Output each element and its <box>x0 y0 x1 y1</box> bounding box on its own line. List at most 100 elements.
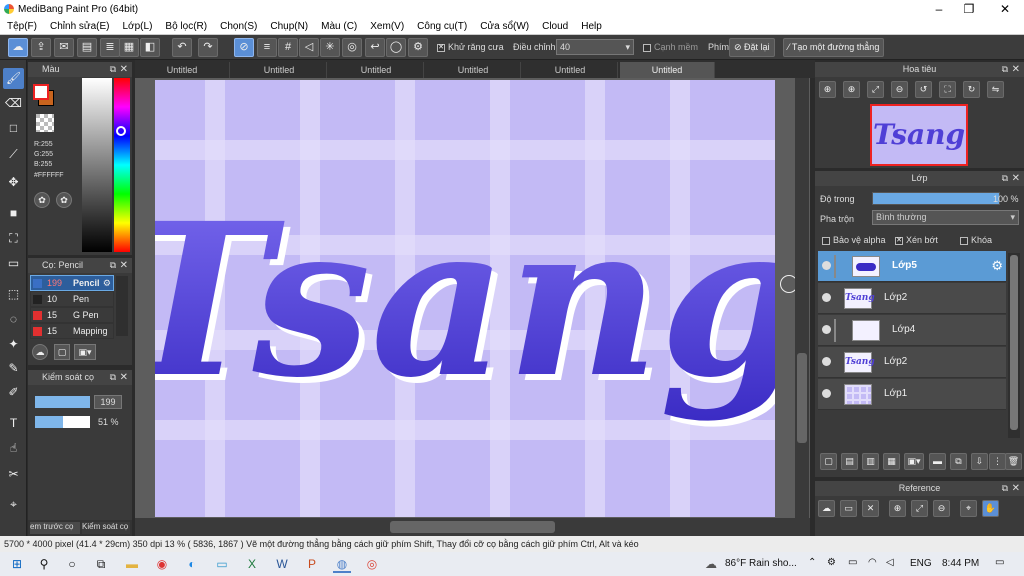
tab-untitled-3[interactable]: Untitled <box>329 62 424 78</box>
menu-select[interactable]: Chọn(S) <box>213 21 263 32</box>
hue-handle[interactable] <box>116 126 126 136</box>
vertical-scrollbar[interactable] <box>795 78 809 518</box>
new-8bit-layer-icon[interactable]: ▥ <box>862 453 879 470</box>
hue-bar[interactable] <box>114 78 130 252</box>
brush-scrollbar[interactable] <box>116 276 128 336</box>
eye-icon[interactable] <box>822 389 831 398</box>
eye-icon[interactable] <box>822 293 831 302</box>
rotate-right-icon[interactable]: ↻ <box>963 81 980 98</box>
brush-tool-icon[interactable]: 🖌 <box>3 68 24 89</box>
navigator-thumbnail[interactable]: Tsang <box>870 104 968 166</box>
edge-checkbox[interactable]: Cạnh mềm <box>643 42 698 52</box>
menu-help[interactable]: Help <box>574 21 608 32</box>
network-icon[interactable]: ▭ <box>848 557 857 568</box>
eye-icon[interactable] <box>822 261 831 270</box>
duplicate-icon[interactable]: ⧉ <box>950 453 967 470</box>
tab-untitled-5[interactable]: Untitled <box>523 62 618 78</box>
dock-icon[interactable]: ⧉ <box>110 62 116 77</box>
menu-window[interactable]: Cửa sổ(W) <box>473 21 535 32</box>
palette-add-icon[interactable]: ✿ <box>56 192 72 208</box>
layer-scroll-thumb[interactable] <box>1010 255 1018 430</box>
parallel-snap-icon[interactable]: ≡ <box>257 38 277 57</box>
volume-icon[interactable]: ◁ <box>886 557 894 568</box>
task-view-icon[interactable]: ⧉ <box>92 555 110 573</box>
artwork-canvas[interactable]: Tsang Tsang <box>155 80 775 517</box>
brush-menu-icon[interactable]: ▣▾ <box>74 344 96 360</box>
minimize-button[interactable]: – <box>922 0 956 18</box>
create-line-button[interactable]: ⁄ Tạo một đường thẳng <box>783 38 885 57</box>
reset-button[interactable]: ⊘ Đặt lại <box>729 38 775 57</box>
bucket-tool-icon[interactable]: ⛶ <box>3 228 24 249</box>
opacity-slider[interactable] <box>35 416 90 428</box>
fit-screen-icon[interactable]: ⛶ <box>939 81 956 98</box>
close-icon[interactable]: ✕ <box>120 370 128 385</box>
cloud-icon[interactable]: ☁ <box>8 38 28 57</box>
layer-row[interactable]: Tsang Lớp2 <box>818 347 1006 378</box>
list-icon[interactable]: ≣ <box>100 38 120 57</box>
gear-icon[interactable]: ⚙ <box>991 258 1003 274</box>
circle-snap-icon[interactable]: ◎ <box>342 38 362 57</box>
tray-app-icon[interactable]: ⚙ <box>827 557 836 568</box>
menu-layer[interactable]: Lớp(L) <box>116 21 159 32</box>
close-icon[interactable]: ✕ <box>120 258 128 273</box>
tab-untitled-4[interactable]: Untitled <box>426 62 521 78</box>
windows-start-icon[interactable]: ⊞ <box>8 555 26 573</box>
dock-icon[interactable]: ⧉ <box>1002 62 1008 77</box>
magic-wand-tool-icon[interactable]: ✦ <box>3 334 24 355</box>
layer-type-menu-icon[interactable]: ▣▾ <box>904 453 924 470</box>
brush-item[interactable]: 199 Pencil ⚙ <box>30 275 114 291</box>
weather-text[interactable]: 86°F Rain sho... <box>725 558 797 569</box>
clock[interactable]: 8:44 PM <box>942 558 979 569</box>
layer-row[interactable]: Tsang Lớp2 <box>818 283 1006 314</box>
wifi-icon[interactable]: ◠ <box>868 557 877 568</box>
layer-opacity-slider[interactable] <box>872 192 1000 205</box>
horizontal-scroll-thumb[interactable] <box>390 521 555 533</box>
close-icon[interactable]: ✕ <box>1012 171 1020 186</box>
select-pen-tool-icon[interactable]: ✎ <box>3 358 24 379</box>
ref-fit-icon[interactable]: ⤢ <box>911 500 928 517</box>
dock-icon[interactable]: ⧉ <box>1002 481 1008 496</box>
move-tool-icon[interactable]: ✥ <box>3 172 24 193</box>
close-icon[interactable]: ✕ <box>1012 481 1020 496</box>
gradient-tool-icon[interactable]: ▭ <box>3 253 24 274</box>
select-tool-icon[interactable]: ⬚ <box>3 284 24 305</box>
gear-icon[interactable]: ⚙ <box>103 276 111 290</box>
eye-icon[interactable] <box>822 325 831 334</box>
size-value[interactable]: 199 <box>94 395 122 409</box>
panel-icon[interactable]: ▤ <box>77 38 97 57</box>
brush-item[interactable]: 15 Mapping <box>30 323 114 339</box>
brush-item[interactable]: 10 Pen <box>30 291 114 307</box>
brightness-bar[interactable] <box>82 78 112 252</box>
excel-icon[interactable]: X <box>243 555 261 573</box>
antialias-checkbox[interactable]: ✕ Khử răng cưa <box>437 42 504 52</box>
lock-checkbox[interactable]: Khóa <box>960 235 992 245</box>
new-layer-icon[interactable]: ▢ <box>820 453 837 470</box>
dock-icon[interactable]: ⧉ <box>110 370 116 385</box>
search-icon[interactable]: ⚲ <box>35 555 53 573</box>
transparent-color-swatch[interactable] <box>36 114 54 132</box>
file-explorer-icon[interactable]: ▬ <box>123 555 141 573</box>
menu-filter[interactable]: Bộ lọc(R) <box>158 21 213 32</box>
select-eraser-tool-icon[interactable]: ✐ <box>3 382 24 403</box>
zoom-in-icon[interactable]: ⊕ <box>819 81 836 98</box>
menu-snap[interactable]: Chụp(N) <box>263 21 314 32</box>
operation-tool-icon[interactable]: ☝ <box>3 438 24 459</box>
fit-icon[interactable]: ⤢ <box>867 81 884 98</box>
menu-cloud[interactable]: Cloud <box>535 21 574 32</box>
tab-brush-preview[interactable]: em trước cọ <box>30 522 80 534</box>
ref-hand-icon[interactable]: ✋ <box>982 500 999 517</box>
protect-alpha-checkbox[interactable]: Bảo vệ alpha <box>822 235 886 245</box>
rotate-left-icon[interactable]: ↺ <box>915 81 932 98</box>
eraser-tool-icon[interactable]: ⌫ <box>3 93 24 114</box>
close-icon[interactable]: ✕ <box>120 62 128 77</box>
language-indicator[interactable]: ENG <box>910 558 932 569</box>
size-slider[interactable] <box>35 396 90 408</box>
new-brush-icon[interactable]: ▢ <box>54 344 70 360</box>
ellipse-snap-icon[interactable]: ◯ <box>386 38 406 57</box>
rect-fill-tool-icon[interactable]: ■ <box>3 203 24 224</box>
primary-color-swatch[interactable] <box>33 84 49 100</box>
layer-row[interactable]: Lớp4 <box>818 315 1006 346</box>
medibang-icon[interactable]: ◍ <box>333 555 351 573</box>
close-ref-icon[interactable]: ✕ <box>862 500 879 517</box>
brush-item[interactable]: 15 G Pen <box>30 307 114 323</box>
